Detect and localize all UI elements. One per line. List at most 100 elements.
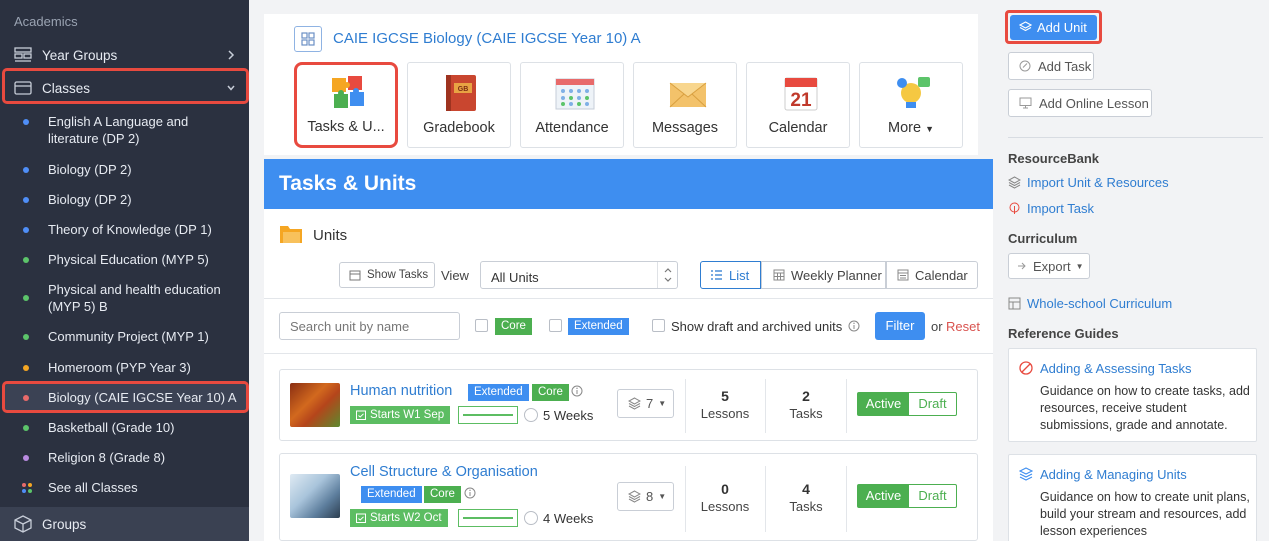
- caret-down-icon: ▼: [658, 492, 667, 501]
- active-option[interactable]: Active: [858, 393, 909, 415]
- core-badge: Core: [424, 486, 461, 503]
- divider: [846, 379, 847, 433]
- unit-status-toggle[interactable]: Active Draft: [857, 484, 957, 508]
- unit-status-toggle[interactable]: Active Draft: [857, 392, 957, 416]
- unit-stack-dropdown[interactable]: 8 ▼: [617, 482, 674, 511]
- unit-name-link[interactable]: Human nutrition: [350, 383, 452, 399]
- tasks-label: Tasks: [789, 406, 823, 421]
- view-calendar-label: Calendar: [915, 267, 968, 283]
- tab-messages[interactable]: Messages: [633, 62, 737, 148]
- extended-checkbox[interactable]: [549, 319, 562, 332]
- sidebar-item-classes[interactable]: Classes: [0, 74, 249, 102]
- whole-school-curriculum-link[interactable]: Whole-school Curriculum: [1008, 296, 1172, 311]
- add-unit-label: Add Unit: [1037, 20, 1087, 35]
- sidebar: Academics Year Groups Classes English A …: [0, 0, 249, 541]
- unit-weeks: 4 Weeks: [543, 511, 594, 526]
- stack-count: 8: [646, 489, 654, 504]
- resourcebank-heading: ResourceBank: [1008, 151, 1100, 166]
- class-label: English A Language and literature (DP 2): [48, 114, 189, 146]
- search-unit-input[interactable]: [279, 312, 460, 340]
- tasks-label: Tasks: [789, 499, 823, 514]
- tile-label: Tasks & U...: [307, 119, 385, 135]
- unit-card[interactable]: Human nutrition Extended Core Starts W1 …: [279, 369, 978, 441]
- export-dropdown[interactable]: Export ▼: [1008, 253, 1090, 279]
- tile-label: Calendar: [768, 120, 828, 136]
- draft-option[interactable]: Draft: [909, 393, 956, 415]
- course-title[interactable]: CAIE IGCSE Biology (CAIE IGCSE Year 10) …: [333, 30, 641, 47]
- tab-tasks-units[interactable]: Tasks & U...: [294, 62, 398, 148]
- right-actions-panel: Add Unit Add Task Add Online Lesson Reso…: [993, 0, 1269, 541]
- layers-icon: [628, 397, 641, 410]
- sidebar-item-label: Classes: [42, 80, 91, 96]
- show-tasks-button[interactable]: Show Tasks: [339, 262, 435, 288]
- import-task-link[interactable]: Import Task: [1008, 201, 1094, 216]
- add-unit-button[interactable]: Add Unit: [1010, 15, 1097, 40]
- course-grid-icon: [294, 26, 322, 52]
- tab-calendar[interactable]: 21 Calendar: [746, 62, 850, 148]
- info-icon[interactable]: [571, 385, 583, 397]
- export-label: Export: [1033, 258, 1071, 274]
- tab-gradebook[interactable]: GB Gradebook: [407, 62, 511, 148]
- tab-attendance[interactable]: Attendance: [520, 62, 624, 148]
- year-groups-icon: [14, 47, 32, 63]
- caret-down-icon: ▼: [925, 124, 934, 134]
- filter-button[interactable]: Filter: [875, 312, 925, 340]
- sidebar-item-groups[interactable]: Groups: [0, 507, 249, 541]
- tasks-count: 2: [802, 388, 810, 404]
- class-color-dot: [23, 455, 29, 461]
- more-label: More: [888, 120, 922, 136]
- guide-card[interactable]: Adding & Managing Units Guidance on how …: [1008, 454, 1257, 541]
- class-label: Biology (CAIE IGCSE Year 10) A: [48, 390, 237, 405]
- info-icon[interactable]: [464, 487, 476, 499]
- units-select[interactable]: All Units: [480, 261, 678, 289]
- extended-badge: Extended: [468, 384, 529, 401]
- sidebar-item-year-groups[interactable]: Year Groups: [0, 41, 249, 69]
- calendar-check-icon: [356, 513, 366, 523]
- core-checkbox[interactable]: [475, 319, 488, 332]
- caret-down-icon: ▼: [658, 399, 667, 408]
- draft-option[interactable]: Draft: [909, 485, 956, 507]
- reset-link[interactable]: Reset: [946, 319, 980, 334]
- class-label: Biology (DP 2): [48, 162, 132, 177]
- unit-name-link[interactable]: Cell Structure & Organisation: [350, 464, 538, 480]
- monitor-icon: [1019, 97, 1032, 109]
- view-calendar-button[interactable]: Calendar: [886, 261, 978, 289]
- add-task-button[interactable]: Add Task: [1008, 52, 1094, 80]
- import-unit-link[interactable]: Import Unit & Resources: [1008, 175, 1169, 190]
- view-weekly-planner-button[interactable]: Weekly Planner: [761, 261, 886, 289]
- guide-title[interactable]: Adding & Managing Units: [1040, 467, 1187, 482]
- gradebook-mark-text: GB: [458, 86, 469, 93]
- class-label: Physical Education (MYP 5): [48, 252, 209, 267]
- calendar-small-icon: [349, 269, 361, 281]
- start-date-label: Starts W2 Oct: [370, 512, 442, 524]
- tile-label: Attendance: [535, 120, 609, 136]
- sidebar-item-label: Year Groups: [42, 47, 118, 63]
- tab-more[interactable]: More ▼: [859, 62, 963, 148]
- unit-stack-icon: [1019, 467, 1033, 481]
- caret-down-icon: ▼: [1075, 261, 1084, 271]
- unit-stack-dropdown[interactable]: 7 ▼: [617, 389, 674, 418]
- lessons-label: Lessons: [700, 406, 750, 421]
- unit-weeks: 5 Weeks: [543, 408, 594, 423]
- status-circle-icon: [524, 408, 538, 422]
- guide-card[interactable]: Adding & Assessing Tasks Guidance on how…: [1008, 348, 1257, 442]
- class-label: Religion 8 (Grade 8): [48, 450, 166, 465]
- view-list-button[interactable]: List: [700, 261, 761, 289]
- import-unit-label: Import Unit & Resources: [1027, 175, 1169, 190]
- curriculum-grid-icon: [1008, 297, 1021, 310]
- show-draft-checkbox[interactable]: [652, 319, 665, 332]
- extended-badge: Extended: [361, 486, 422, 503]
- add-online-lesson-button[interactable]: Add Online Lesson: [1008, 89, 1152, 117]
- import-task-label: Import Task: [1027, 201, 1094, 216]
- unit-card[interactable]: Cell Structure & Organisation Extended C…: [279, 453, 978, 541]
- units-label: Units: [313, 227, 348, 244]
- class-label: See all Classes: [48, 480, 138, 495]
- class-color-dot: [23, 334, 29, 340]
- curriculum-heading: Curriculum: [1008, 231, 1078, 246]
- chevron-down-icon: [226, 82, 236, 94]
- calendar-view-icon: [897, 269, 909, 281]
- info-icon[interactable]: [848, 320, 860, 332]
- guide-title[interactable]: Adding & Assessing Tasks: [1040, 361, 1192, 376]
- active-option[interactable]: Active: [858, 485, 909, 507]
- calendar-day-text: 21: [790, 90, 812, 111]
